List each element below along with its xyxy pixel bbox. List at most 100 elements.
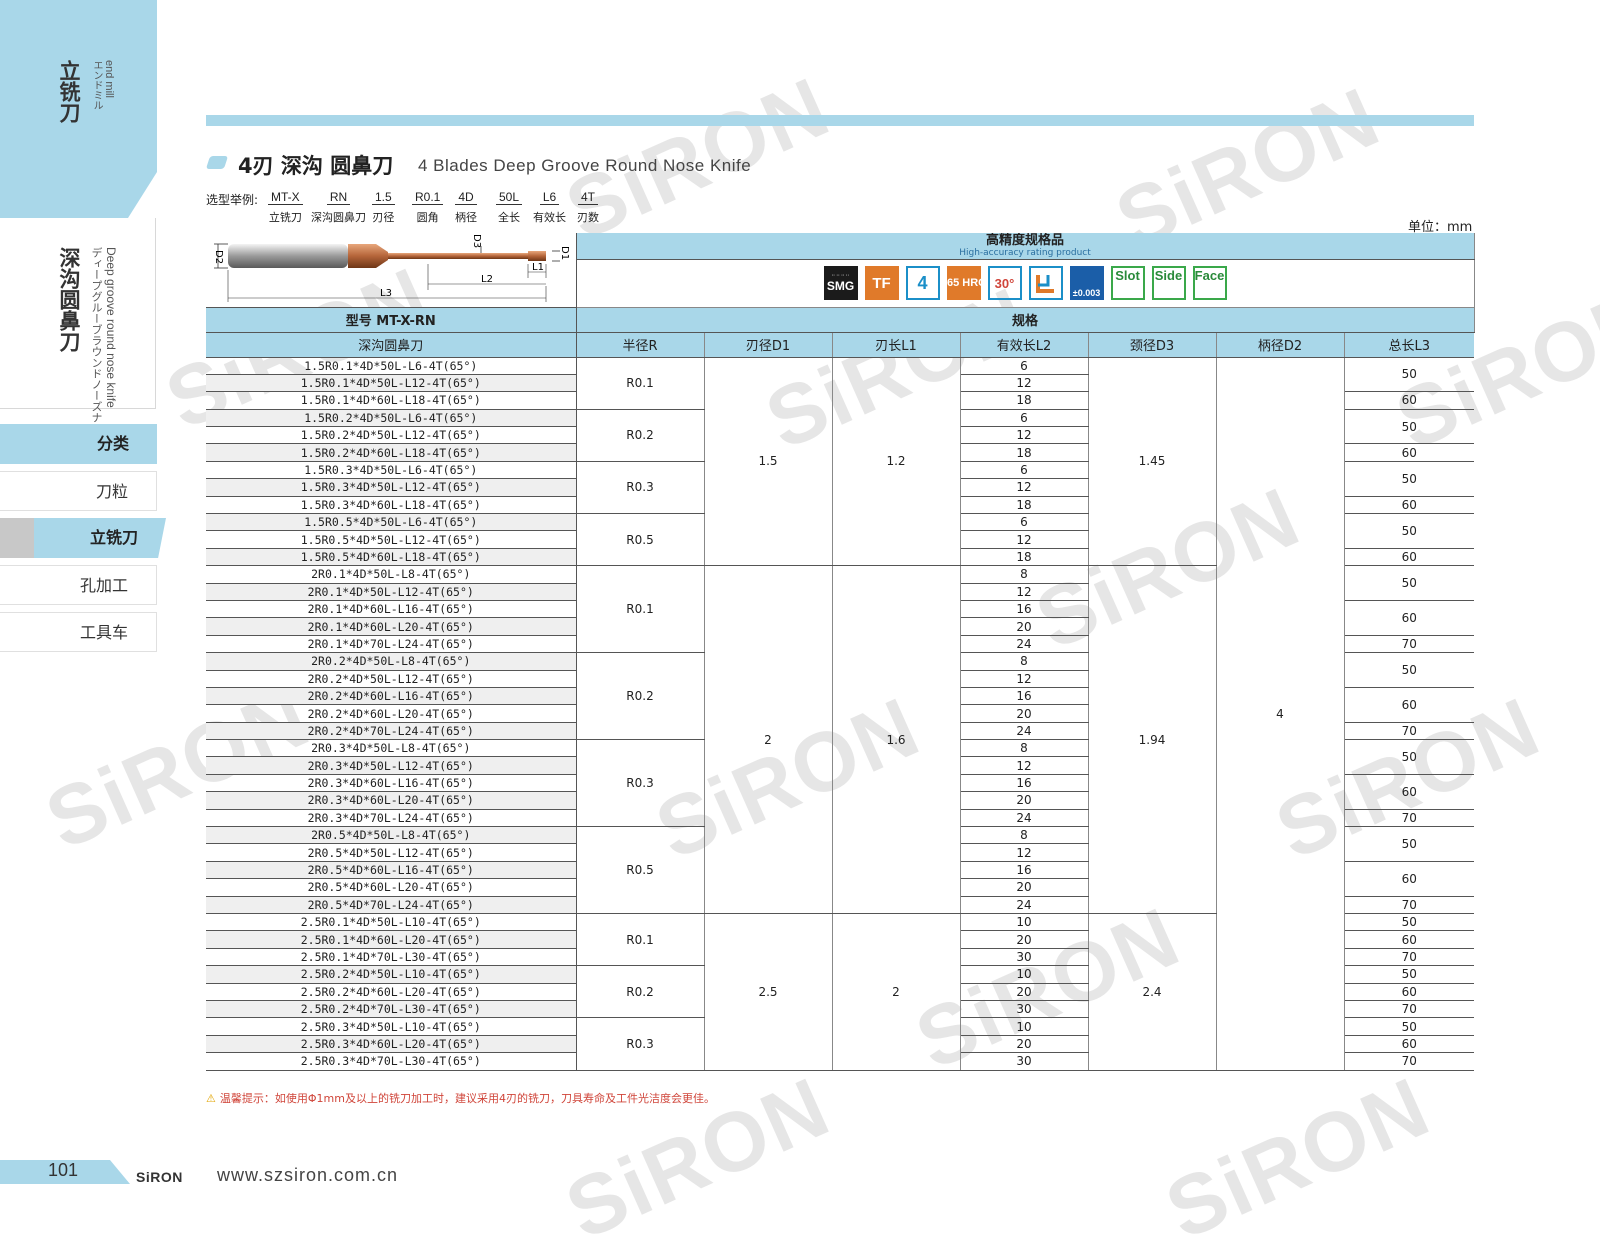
l1-cell: 1.2 xyxy=(832,357,961,567)
model-header: 型号 MT-X-RN xyxy=(206,307,577,333)
side-icon: Side xyxy=(1151,266,1186,300)
l2-cell: 12 xyxy=(960,478,1089,497)
sidebar-item-end-mill[interactable]: 立铣刀 xyxy=(34,518,166,558)
l2-cell: 6 xyxy=(960,409,1089,428)
model-cell: 2R0.3*4D*50L-L12-4T(65°) xyxy=(206,756,577,775)
l3-cell: 70 xyxy=(1344,635,1474,654)
l3-cell: 50 xyxy=(1344,461,1474,497)
website-link[interactable]: www.szsiron.com.cn xyxy=(217,1165,398,1186)
column-header: 深沟圆鼻刀 xyxy=(206,332,577,358)
l2-cell: 18 xyxy=(960,443,1089,462)
slot-icon: Slot xyxy=(1110,266,1145,300)
sidebar-product-en: Deep groove round nose knife xyxy=(104,247,118,408)
l2-cell: 12 xyxy=(960,374,1089,393)
l2-cell: 16 xyxy=(960,687,1089,706)
model-cell: 2R0.2*4D*60L-L20-4T(65°) xyxy=(206,704,577,723)
l2-cell: 24 xyxy=(960,635,1089,654)
model-cell: 2R0.5*4D*70L-L24-4T(65°) xyxy=(206,896,577,915)
l3-cell: 60 xyxy=(1344,861,1474,897)
spec-header: 规格 xyxy=(576,307,1475,333)
selection-code: 50L 全长 xyxy=(496,190,523,225)
sidebar-item-inserts[interactable]: 刀粒 xyxy=(0,471,157,511)
l3-cell: 50 xyxy=(1344,965,1474,984)
sidebar-item-category[interactable]: 分类 xyxy=(0,424,157,464)
model-cell: 1.5R0.3*4D*50L-L6-4T(65°) xyxy=(206,461,577,480)
sidebar-item-hole-making[interactable]: 孔加工 xyxy=(0,565,157,605)
radius-cell: R0.3 xyxy=(576,461,705,515)
l3-cell: 60 xyxy=(1344,496,1474,515)
l2-cell: 24 xyxy=(960,896,1089,915)
l3-cell: 70 xyxy=(1344,722,1474,741)
selection-code: MT-X 立铣刀 xyxy=(268,190,303,224)
l2-cell: 16 xyxy=(960,774,1089,793)
l2-cell: 16 xyxy=(960,861,1089,880)
l2-cell: 12 xyxy=(960,756,1089,775)
l3-cell: 70 xyxy=(1344,1052,1474,1071)
l2-cell: 8 xyxy=(960,565,1089,584)
d1-cell: 2.5 xyxy=(704,913,833,1071)
l2-cell: 12 xyxy=(960,670,1089,688)
l2-cell: 30 xyxy=(960,1052,1089,1071)
page-title-en: 4 Blades Deep Groove Round Nose Knife xyxy=(418,156,752,175)
model-cell: 1.5R0.2*4D*50L-L12-4T(65°) xyxy=(206,426,577,445)
model-cell: 2R0.3*4D*70L-L24-4T(65°) xyxy=(206,809,577,828)
l3-cell: 50 xyxy=(1344,513,1474,549)
model-cell: 2R0.2*4D*50L-L8-4T(65°) xyxy=(206,652,577,671)
model-cell: 2R0.5*4D*50L-L8-4T(65°) xyxy=(206,826,577,845)
model-cell: 2R0.1*4D*60L-L20-4T(65°) xyxy=(206,617,577,636)
model-cell: 2.5R0.1*4D*50L-L10-4T(65°) xyxy=(206,913,577,932)
hrc65-icon: ≤65 HRC xyxy=(941,266,986,300)
l2-cell: 12 xyxy=(960,843,1089,862)
l2-cell: 12 xyxy=(960,426,1089,445)
selection-code: RN 深沟圆鼻刀 xyxy=(311,190,366,224)
column-header: 半径R xyxy=(576,332,705,358)
l2-cell: 10 xyxy=(960,1017,1089,1036)
l1-cell: 1.6 xyxy=(832,565,961,914)
column-header: 刃径D1 xyxy=(704,332,833,358)
model-cell: 1.5R0.1*4D*60L-L18-4T(65°) xyxy=(206,391,577,410)
model-cell: 2R0.3*4D*60L-L16-4T(65°) xyxy=(206,774,577,793)
model-cell: 2.5R0.1*4D*60L-L20-4T(65°) xyxy=(206,930,577,949)
model-cell: 1.5R0.5*4D*50L-L6-4T(65°) xyxy=(206,513,577,532)
header-accent-bar xyxy=(206,115,1474,126)
l2-cell: 12 xyxy=(960,530,1089,549)
diagram-l1-label: L1 xyxy=(532,262,544,273)
footer-tab-edge xyxy=(110,1160,130,1184)
page-title-cn: 4刃 深沟 圆鼻刀 xyxy=(238,154,394,178)
radius-cell: R0.2 xyxy=(576,965,705,1019)
l3-cell: 60 xyxy=(1344,391,1474,410)
l3-cell: 50 xyxy=(1344,913,1474,932)
sidebar-item-tool-cart[interactable]: 工具车 xyxy=(0,612,157,652)
column-header: 柄径D2 xyxy=(1216,332,1345,358)
sidebar-category-en: end mill xyxy=(103,60,115,98)
diagram-d1-label: D1 xyxy=(559,246,570,260)
radius-cell: R0.5 xyxy=(576,513,705,567)
l3-cell: 60 xyxy=(1344,687,1474,723)
sidebar-category-jp: エンドミル xyxy=(91,60,102,110)
selection-code: R0.1 圆角 xyxy=(412,190,444,225)
spec-banner: 高精度规格品 High-accuracy rating product xyxy=(576,233,1475,260)
spec-banner-title: 高精度规格品 xyxy=(985,233,1064,248)
l2-cell: 8 xyxy=(960,739,1089,758)
l3-cell: 50 xyxy=(1344,826,1474,862)
l2-cell: 20 xyxy=(960,930,1089,949)
diagram-l3-label: L3 xyxy=(380,288,392,299)
l2-cell: 12 xyxy=(960,583,1089,601)
watermark: SiRON xyxy=(552,1058,844,1258)
model-cell: 1.5R0.3*4D*50L-L12-4T(65°) xyxy=(206,478,577,497)
radius-cell: R0.1 xyxy=(576,565,705,654)
selection-code: L6 有效长 xyxy=(533,190,566,224)
l2-cell: 6 xyxy=(960,513,1089,532)
l3-cell: 60 xyxy=(1344,548,1474,567)
title-tag-icon xyxy=(205,156,229,169)
l2-cell: 20 xyxy=(960,983,1089,1001)
l2-cell: 6 xyxy=(960,357,1089,375)
four-flute-icon: 4 xyxy=(905,266,940,300)
l2-cell: 20 xyxy=(960,704,1089,723)
column-header: 刃长L1 xyxy=(832,332,961,358)
model-cell: 2.5R0.2*4D*50L-L10-4T(65°) xyxy=(206,965,577,984)
d1-cell: 1.5 xyxy=(704,357,833,567)
warning-icon: ⚠ xyxy=(206,1092,216,1105)
l3-cell: 70 xyxy=(1344,1000,1474,1019)
d3-cell: 2.4 xyxy=(1088,913,1217,1071)
